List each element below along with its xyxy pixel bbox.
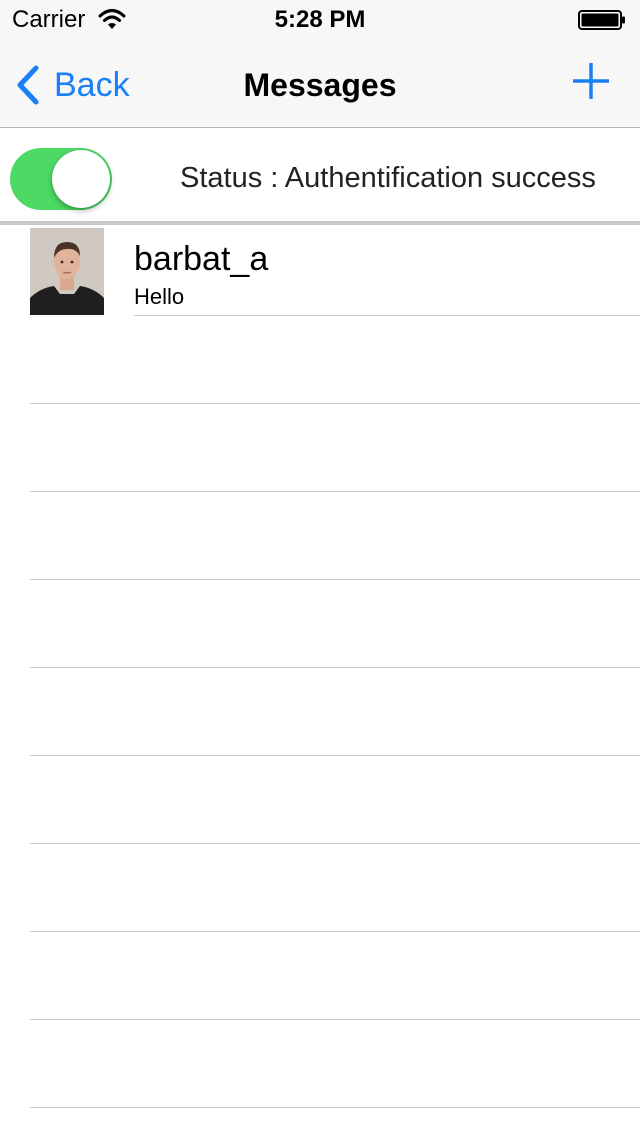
empty-row [0, 756, 640, 844]
empty-row [0, 492, 640, 580]
empty-row [0, 580, 640, 668]
avatar [30, 228, 104, 315]
authentication-toggle[interactable] [10, 148, 112, 210]
messages-screen: Carrier 5:28 PM Back Messages Status: A… [0, 0, 640, 1136]
status-bar: Carrier 5:28 PM [0, 0, 640, 40]
empty-row [0, 668, 640, 756]
plus-icon[interactable] [570, 60, 612, 102]
empty-row [0, 844, 640, 932]
toggle-knob [52, 150, 110, 208]
empty-row [0, 932, 640, 1020]
empty-row [0, 316, 640, 404]
page-title: Messages [243, 67, 397, 103]
empty-row [0, 404, 640, 492]
status-text: Status : Authentification success [180, 162, 596, 194]
user-photo [30, 228, 104, 315]
message-preview: Hello [134, 284, 185, 309]
battery-icon [578, 10, 625, 30]
messages-table: barbat_a Hello [0, 228, 640, 1136]
status-row: Status : Authentification success [0, 129, 640, 225]
row-separator [30, 1107, 640, 1108]
navigation-bar: Back Messages [0, 40, 640, 128]
empty-row [0, 1020, 640, 1108]
table-row[interactable]: barbat_a Hello [0, 228, 640, 316]
contact-name: barbat_a [134, 240, 269, 278]
top-bar: Carrier 5:28 PM Back Messages [0, 0, 640, 128]
clock: 5:28 PM [274, 6, 366, 33]
